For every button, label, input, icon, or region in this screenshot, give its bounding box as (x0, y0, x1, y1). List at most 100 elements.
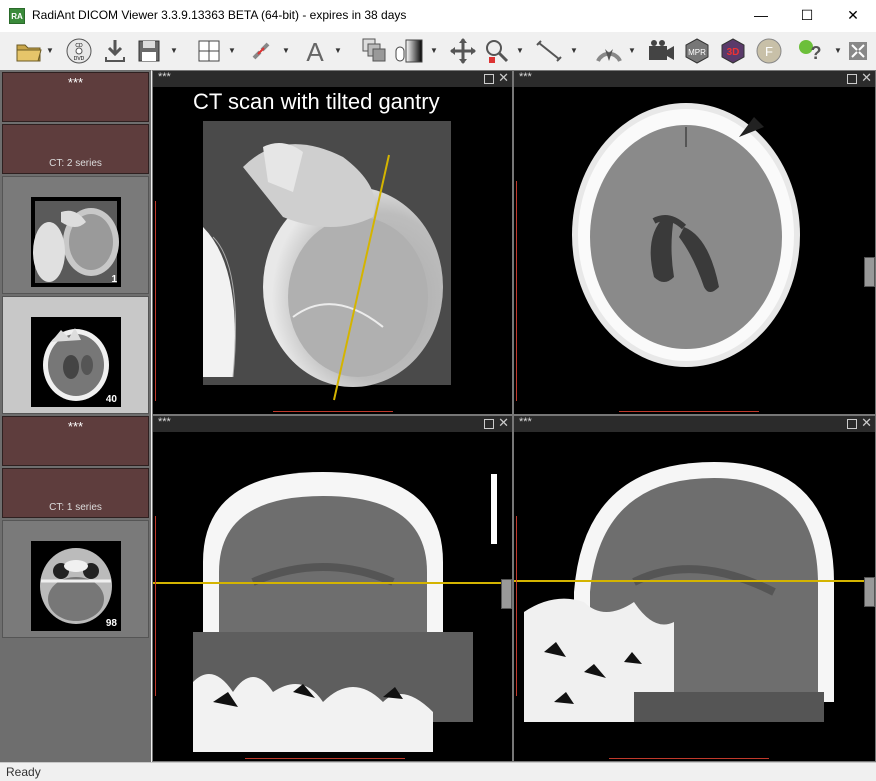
series-thumbnail-image: 98 (31, 541, 121, 631)
cd-dvd-icon[interactable]: CD DVD (62, 35, 96, 67)
maximize-viewport-icon[interactable] (484, 419, 494, 429)
series-thumbnail[interactable]: 40 (2, 296, 149, 414)
3d-icon[interactable]: 3D (716, 35, 750, 67)
measure-icon[interactable] (532, 35, 566, 67)
study-patient-name: *** (67, 419, 84, 434)
viewport-bottom-right[interactable]: *** ✕ (513, 415, 876, 762)
study-header[interactable]: *** (2, 416, 149, 466)
download-icon[interactable] (98, 35, 132, 67)
horizontal-scale-ruler (273, 407, 393, 412)
viewport-header: *** ✕ (514, 416, 875, 432)
open-folder-icon[interactable] (12, 35, 46, 67)
sagittal-image (524, 462, 834, 722)
window-level-icon[interactable] (392, 35, 426, 67)
vertical-scale-ruler (516, 516, 521, 696)
svg-text:A: A (306, 37, 324, 65)
mpr-icon[interactable]: MPR (680, 35, 714, 67)
axial-image (572, 103, 800, 367)
vertical-scale-ruler (516, 181, 521, 401)
reference-line[interactable] (514, 580, 875, 582)
chevron-down-icon[interactable]: ▼ (282, 46, 290, 56)
cine-icon[interactable] (592, 35, 626, 67)
viewport-caption: CT scan with tilted gantry (193, 89, 440, 114)
app-logo: RA (9, 8, 25, 24)
study-header[interactable]: *** (2, 72, 149, 122)
close-viewport-icon[interactable]: ✕ (498, 71, 509, 86)
chevron-down-icon[interactable]: ▼ (834, 46, 842, 56)
chevron-down-icon[interactable]: ▼ (46, 46, 54, 56)
viewport-top-left[interactable]: *** ✕ CT scan with tilted gantry (152, 70, 513, 415)
svg-text:MPR: MPR (688, 48, 706, 57)
slice-scroll-handle[interactable] (501, 579, 512, 609)
chevron-down-icon[interactable]: ▼ (570, 46, 578, 56)
viewport-header: *** ✕ (514, 71, 875, 87)
viewport-header: *** ✕ (153, 71, 512, 87)
chevron-down-icon[interactable]: ▼ (516, 46, 524, 56)
minimize-button[interactable]: — (738, 0, 784, 30)
link-icon[interactable] (244, 35, 278, 67)
status-bar: Ready (0, 762, 876, 781)
pan-icon[interactable] (446, 35, 480, 67)
viewport-header: *** ✕ (153, 416, 512, 432)
help-icon[interactable]: ? (794, 35, 828, 67)
horizontal-scale-ruler (619, 407, 759, 412)
chevron-down-icon[interactable]: ▼ (430, 46, 438, 56)
horizontal-scale-ruler (609, 754, 769, 759)
maximize-viewport-icon[interactable] (847, 74, 857, 84)
series-thumbnail-image: 1 (31, 197, 121, 287)
viewport-title: *** (158, 416, 171, 428)
export-video-icon[interactable] (644, 35, 678, 67)
coronal-image (193, 472, 497, 752)
chevron-down-icon[interactable]: ▼ (628, 46, 636, 56)
zoom-icon[interactable] (480, 35, 514, 67)
slice-scroll-handle[interactable] (864, 577, 875, 607)
slice-scroll-handle[interactable] (864, 257, 875, 287)
series-image-count: 98 (105, 618, 117, 629)
status-text: Ready (6, 765, 41, 779)
viewport-title: *** (519, 416, 532, 428)
viewport-title: *** (519, 71, 532, 83)
maximize-button[interactable]: ☐ (784, 0, 830, 30)
study-info[interactable]: CT: 2 series (2, 124, 149, 174)
window-title: RadiAnt DICOM Viewer 3.3.9.13363 BETA (6… (32, 8, 407, 22)
series-thumbnail[interactable]: 98 (2, 520, 149, 638)
study-series-count: CT: 1 series (49, 502, 102, 513)
maximize-viewport-icon[interactable] (847, 419, 857, 429)
annotation-text-icon[interactable]: A (298, 35, 332, 67)
series-image-count: 40 (105, 394, 117, 405)
study-sidebar: *** CT: 2 series 1 40 *** CT: 1 series 9… (0, 70, 151, 762)
horizontal-scale-ruler (245, 754, 405, 759)
fusion-icon[interactable]: F (752, 35, 786, 67)
viewport-top-right[interactable]: *** ✕ (513, 70, 876, 415)
fullscreen-icon[interactable] (846, 35, 870, 67)
viewport-bottom-left[interactable]: *** ✕ (152, 415, 513, 762)
study-series-count: CT: 2 series (49, 158, 102, 169)
title-bar: RA RadiAnt DICOM Viewer 3.3.9.13363 BETA… (0, 0, 876, 32)
chevron-down-icon[interactable]: ▼ (334, 46, 342, 56)
layout-grid-icon[interactable] (192, 35, 226, 67)
scout-thumbnail (31, 197, 121, 287)
svg-text:?: ? (811, 43, 822, 63)
close-button[interactable]: ✕ (830, 0, 876, 30)
viewport-title: *** (158, 71, 171, 83)
toolbar: ▼ CD DVD ▼ ▼ ▼ A ▼ ▼ ▼ ▼ ▼ MPR 3D F ? ▼ (0, 32, 876, 71)
svg-text:F: F (765, 44, 773, 59)
vertical-scale-ruler (155, 516, 160, 696)
close-viewport-icon[interactable]: ✕ (861, 71, 872, 86)
svg-text:3D: 3D (727, 47, 740, 58)
close-viewport-icon[interactable]: ✕ (861, 416, 872, 431)
vertical-scale-ruler (155, 201, 160, 401)
save-icon[interactable] (132, 35, 166, 67)
series-thumbnail[interactable]: 1 (2, 176, 149, 294)
maximize-viewport-icon[interactable] (484, 74, 494, 84)
chevron-down-icon[interactable]: ▼ (228, 46, 236, 56)
chevron-down-icon[interactable]: ▼ (170, 46, 178, 56)
study-info[interactable]: CT: 1 series (2, 468, 149, 518)
series-thumbnail-image: 40 (31, 317, 121, 407)
scout-image (203, 121, 451, 401)
series-stack-icon[interactable] (356, 35, 390, 67)
svg-text:DVD: DVD (74, 56, 85, 62)
reference-line[interactable] (153, 582, 512, 584)
svg-text:CD: CD (75, 43, 83, 49)
close-viewport-icon[interactable]: ✕ (498, 416, 509, 431)
